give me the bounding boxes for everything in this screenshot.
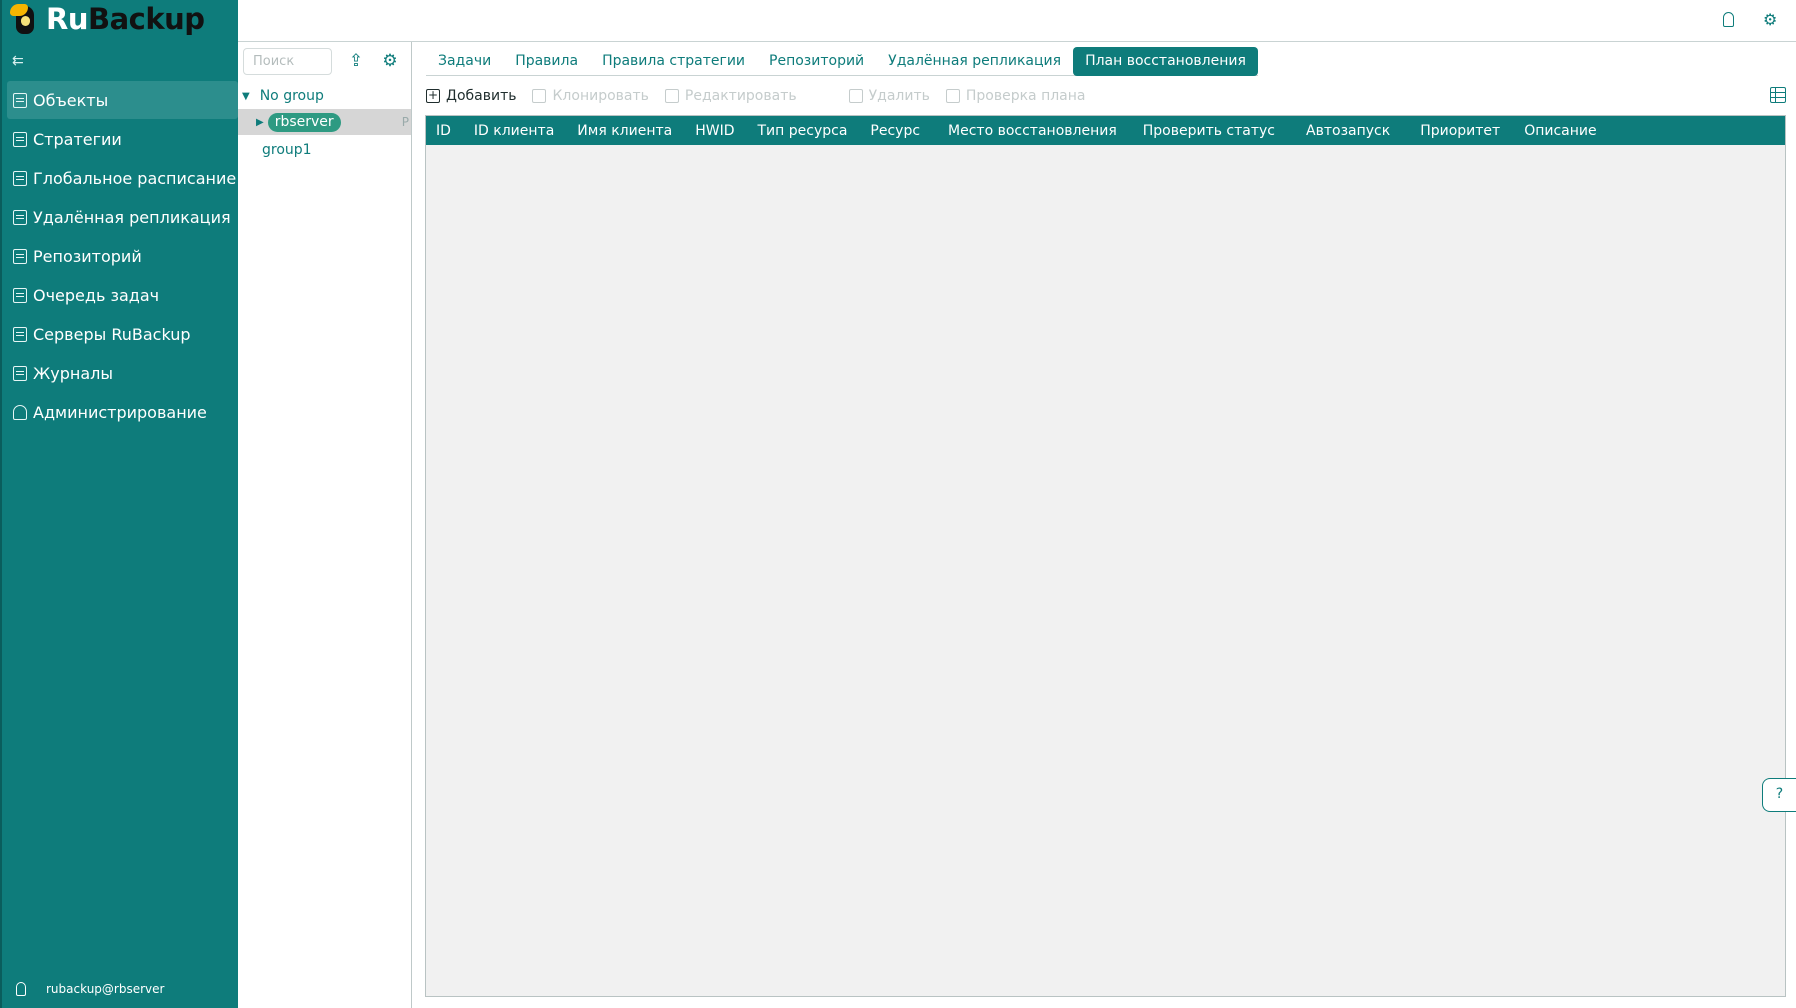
- log-icon: [13, 365, 27, 381]
- edit-icon: [664, 89, 679, 103]
- sidebar-item-remote-replication[interactable]: Удалённая репликация: [2, 198, 238, 236]
- truncated-text: P: [401, 115, 409, 129]
- tab-strategy-rules[interactable]: Правила стратегии: [590, 47, 757, 76]
- admin-icon: [13, 404, 27, 420]
- tab-recovery-plan[interactable]: План восстановления: [1073, 47, 1258, 76]
- check-icon: [945, 89, 960, 103]
- add-button[interactable]: + Добавить: [426, 88, 516, 104]
- sidebar-nav: Объекты Стратегии Глобальное расписание …: [2, 81, 238, 432]
- check-plan-button[interactable]: Проверка плана: [945, 88, 1086, 104]
- help-icon[interactable]: ?: [1762, 778, 1796, 812]
- sidebar-item-label: Серверы RuBackup: [33, 324, 191, 344]
- main-panel: Задачи Правила Правила стратегии Репозит…: [412, 42, 1796, 1008]
- document-icon: [13, 131, 27, 147]
- user-profile-icon[interactable]: [1723, 12, 1734, 27]
- edit-button[interactable]: Редактировать: [664, 88, 797, 104]
- column-header-restore-location[interactable]: Место восстановления: [938, 123, 1133, 139]
- search-input[interactable]: [243, 48, 332, 75]
- sidebar-item-logs[interactable]: Журналы: [2, 354, 238, 392]
- settings-icon[interactable]: ⚙: [380, 51, 400, 71]
- tree-node-label: group1: [262, 142, 312, 158]
- plus-icon: +: [426, 88, 440, 103]
- column-header-client-id[interactable]: ID клиента: [464, 123, 567, 139]
- monitor-icon: [13, 92, 27, 108]
- column-header-client-name[interactable]: Имя клиента: [567, 123, 685, 139]
- gear-icon[interactable]: ⚙: [1763, 11, 1779, 28]
- column-header-id[interactable]: ID: [426, 123, 464, 139]
- clone-button-label: Клонировать: [552, 88, 649, 104]
- check-plan-button-label: Проверка плана: [965, 88, 1086, 104]
- sidebar-item-servers[interactable]: Серверы RuBackup: [2, 315, 238, 353]
- sidebar-item-label: Глобальное расписание: [33, 168, 237, 188]
- delete-button[interactable]: Удалить: [848, 88, 930, 104]
- column-header-resource-type[interactable]: Тип ресурса: [748, 123, 861, 139]
- tab-bar: Задачи Правила Правила стратегии Репозит…: [426, 47, 1258, 76]
- tab-tasks[interactable]: Задачи: [426, 47, 503, 76]
- tree-node-label: rbserver: [267, 112, 341, 132]
- table-header: ID ID клиента Имя клиента HWID Тип ресур…: [426, 116, 1785, 145]
- tab-remote-replication[interactable]: Удалённая репликация: [876, 47, 1073, 76]
- storage-icon: [13, 248, 27, 264]
- tree-node-label: No group: [259, 88, 324, 104]
- sidebar-item-label: Репозиторий: [33, 246, 142, 266]
- copy-icon: [532, 89, 547, 103]
- column-header-check-status[interactable]: Проверить статус: [1133, 123, 1296, 139]
- sidebar-item-label: Очередь задач: [33, 285, 160, 305]
- tab-rules[interactable]: Правила: [503, 47, 590, 76]
- delete-button-label: Удалить: [868, 88, 930, 104]
- column-header-description[interactable]: Описание: [1514, 123, 1609, 139]
- sidebar-item-strategies[interactable]: Стратегии: [2, 120, 238, 158]
- sidebar-item-label: Журналы: [33, 363, 113, 383]
- sidebar-item-label: Стратегии: [33, 129, 122, 149]
- toolbar: + Добавить Клонировать Редактировать Уда…: [426, 84, 1786, 108]
- add-button-label: Добавить: [446, 88, 517, 104]
- sidebar-item-label: Администрирование: [33, 402, 207, 422]
- logo-wordmark: RuBackup: [46, 2, 205, 36]
- calendar-icon: [13, 170, 27, 186]
- upload-icon[interactable]: ⇪: [346, 51, 366, 71]
- sidebar-item-objects[interactable]: Объекты: [7, 81, 238, 119]
- tree-node-no-group[interactable]: ▼ No group: [238, 83, 411, 109]
- trash-icon: [848, 89, 863, 103]
- tab-repository[interactable]: Репозиторий: [757, 47, 876, 76]
- sidebar-item-task-queue[interactable]: Очередь задач: [2, 276, 238, 314]
- expand-caret-icon[interactable]: ▼: [242, 91, 250, 102]
- rubackup-logo: RuBackup: [8, 0, 234, 38]
- clone-button[interactable]: Клонировать: [532, 88, 649, 104]
- sidebar-item-label: Объекты: [33, 90, 109, 110]
- tree-node-rbserver[interactable]: ▶ rbserver P: [238, 109, 411, 135]
- column-header-priority[interactable]: Приоритет: [1410, 123, 1514, 139]
- edit-button-label: Редактировать: [684, 88, 797, 104]
- recovery-plan-table: ID ID клиента Имя клиента HWID Тип ресур…: [425, 115, 1786, 997]
- current-user-label: rubackup@rbserver: [46, 982, 165, 996]
- column-settings-icon[interactable]: [1770, 87, 1786, 103]
- app-window: RuBackup ⇇ Объекты Стратегии Глобальное …: [0, 0, 1796, 1008]
- sidebar-item-label: Удалённая репликация: [33, 207, 231, 227]
- collapse-sidebar-icon[interactable]: ⇇: [12, 52, 30, 70]
- sidebar: RuBackup ⇇ Объекты Стратегии Глобальное …: [0, 0, 238, 1008]
- sidebar-item-global-schedule[interactable]: Глобальное расписание: [2, 159, 238, 197]
- column-header-resource[interactable]: Ресурс: [860, 123, 938, 139]
- current-user[interactable]: rubackup@rbserver: [16, 982, 164, 996]
- clipboard-icon: [13, 287, 27, 303]
- sidebar-item-repository[interactable]: Репозиторий: [2, 237, 238, 275]
- replication-icon: [13, 209, 27, 225]
- object-tree-panel: ⇪ ⚙ ▼ No group ▶ rbserver P group1: [238, 42, 412, 1008]
- collapse-caret-icon[interactable]: ▶: [256, 117, 264, 128]
- toucan-logo-icon: [8, 0, 42, 38]
- column-header-hwid[interactable]: HWID: [685, 123, 747, 139]
- column-header-autostart[interactable]: Автозапуск: [1296, 123, 1410, 139]
- sidebar-item-administration[interactable]: Администрирование: [2, 393, 238, 431]
- server-icon: [13, 326, 27, 342]
- top-bar: ⚙: [238, 0, 1796, 42]
- tree-node-group1[interactable]: group1: [238, 137, 411, 163]
- user-icon: [16, 982, 26, 996]
